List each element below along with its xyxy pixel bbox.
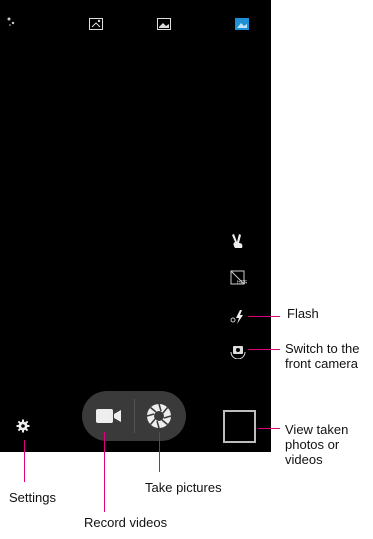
collage-icon[interactable] — [89, 18, 103, 30]
record-videos-label: Record videos — [84, 515, 168, 530]
divider — [134, 399, 135, 433]
take-pictures-label: Take pictures — [145, 480, 222, 495]
record-videos-callout-line — [104, 432, 105, 512]
switch-camera-label-line2: front camera — [285, 356, 358, 371]
view-photos-label-line3: videos — [285, 452, 323, 467]
hdr-off-icon[interactable]: HDR — [229, 269, 247, 287]
settings-label: Settings — [9, 490, 56, 505]
flash-icon[interactable] — [229, 308, 247, 326]
take-pictures-callout-line — [159, 432, 160, 472]
switch-camera-label: Switch to the front camera — [285, 341, 359, 371]
settings-callout-line — [24, 440, 25, 482]
view-callout-line — [258, 428, 280, 429]
switch-camera-icon[interactable] — [229, 341, 247, 359]
switch-camera-label-line1: Switch to the — [285, 341, 360, 356]
scene-icon[interactable] — [235, 18, 249, 30]
gallery-thumbnail[interactable] — [223, 410, 256, 443]
svg-text:HDR: HDR — [237, 280, 247, 286]
view-photos-label-line1: View taken — [285, 422, 349, 437]
record-video-button[interactable] — [92, 403, 126, 429]
gesture-icon[interactable] — [229, 232, 247, 250]
capture-controls — [82, 391, 186, 441]
sparkle-icon[interactable] — [6, 16, 16, 28]
landscape-icon[interactable] — [157, 18, 171, 30]
view-photos-label-line2: photos or — [285, 437, 340, 452]
flash-label: Flash — [287, 306, 319, 321]
settings-icon[interactable] — [16, 419, 30, 433]
camera-viewfinder: HDR — [0, 0, 271, 452]
flash-callout-line — [248, 316, 280, 317]
view-photos-label: View taken photos or videos — [285, 422, 348, 467]
switch-callout-line — [248, 349, 280, 350]
take-picture-button[interactable] — [142, 399, 176, 433]
